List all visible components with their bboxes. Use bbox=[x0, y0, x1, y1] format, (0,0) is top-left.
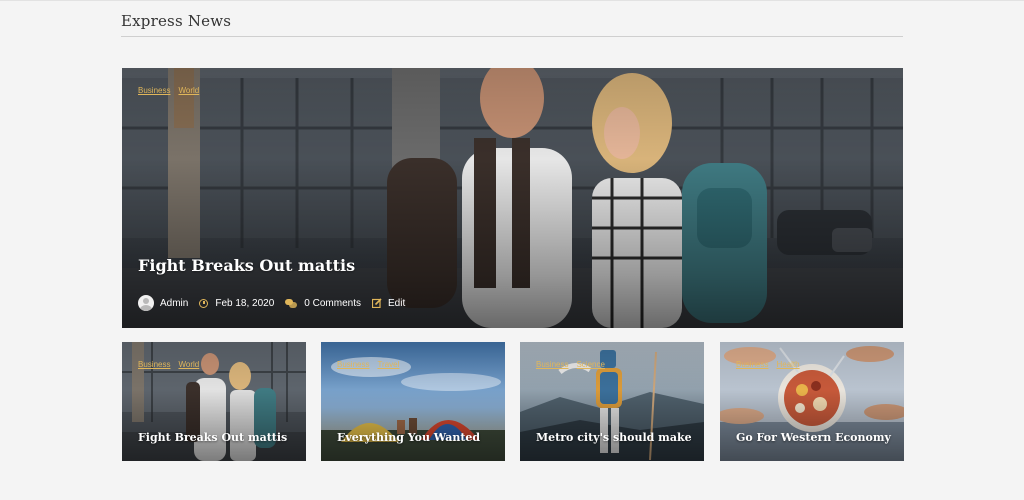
edit-link[interactable]: Edit bbox=[371, 297, 406, 309]
category-link-world[interactable]: World bbox=[178, 360, 199, 369]
post-card-title[interactable]: Metro city's should make bbox=[536, 431, 692, 444]
post-card-title[interactable]: Everything You Wanted bbox=[337, 431, 480, 444]
comments-icon bbox=[285, 298, 298, 308]
edit-label: Edit bbox=[387, 297, 406, 309]
category-link-science[interactable]: Science bbox=[576, 360, 604, 369]
edit-icon bbox=[371, 298, 382, 308]
author-name: Admin bbox=[160, 297, 189, 309]
category-link-health[interactable]: Health bbox=[776, 360, 799, 369]
category-link-business[interactable]: Business bbox=[138, 360, 170, 369]
date-link[interactable]: Feb 18, 2020 bbox=[199, 298, 274, 309]
post-meta: Admin Feb 18, 2020 0 Comments Edit bbox=[138, 294, 416, 312]
post-card-3[interactable]: Business Science Metro city's should make bbox=[520, 342, 704, 461]
post-date: Feb 18, 2020 bbox=[215, 297, 275, 309]
category-link-business[interactable]: Business bbox=[536, 360, 568, 369]
post-card-title[interactable]: Go For Western Economy bbox=[736, 431, 891, 444]
avatar bbox=[138, 295, 154, 311]
post-card-title[interactable]: Fight Breaks Out mattis bbox=[138, 431, 287, 444]
category-link-business[interactable]: Business bbox=[138, 86, 170, 95]
post-card-1[interactable]: Business World Fight Breaks Out mattis bbox=[122, 342, 306, 461]
post-card-categories: Business Science bbox=[536, 360, 613, 369]
section-header: Express News bbox=[121, 0, 903, 37]
featured-post-title[interactable]: Fight Breaks Out mattis bbox=[138, 256, 355, 275]
post-card-4[interactable]: Business Health Go For Western Economy bbox=[720, 342, 904, 461]
featured-post[interactable]: Business World Fight Breaks Out mattis Ad… bbox=[122, 68, 903, 328]
post-card-categories: Business World bbox=[138, 360, 207, 369]
comments-count: 0 Comments bbox=[304, 297, 361, 309]
category-link-business[interactable]: Business bbox=[736, 360, 768, 369]
featured-categories: Business World bbox=[138, 86, 207, 95]
category-link-business[interactable]: Business bbox=[337, 360, 369, 369]
category-link-world[interactable]: World bbox=[178, 86, 199, 95]
section-title: Express News bbox=[121, 12, 232, 30]
author-link[interactable]: Admin bbox=[160, 298, 188, 309]
post-card-2[interactable]: Business Travel Everything You Wanted bbox=[321, 342, 505, 461]
post-card-categories: Business Travel bbox=[337, 360, 407, 369]
post-card-categories: Business Health bbox=[736, 360, 808, 369]
featured-overlay bbox=[122, 68, 903, 328]
category-link-travel[interactable]: Travel bbox=[377, 360, 399, 369]
comments-link[interactable]: 0 Comments bbox=[285, 298, 361, 309]
clock-icon bbox=[199, 298, 209, 308]
